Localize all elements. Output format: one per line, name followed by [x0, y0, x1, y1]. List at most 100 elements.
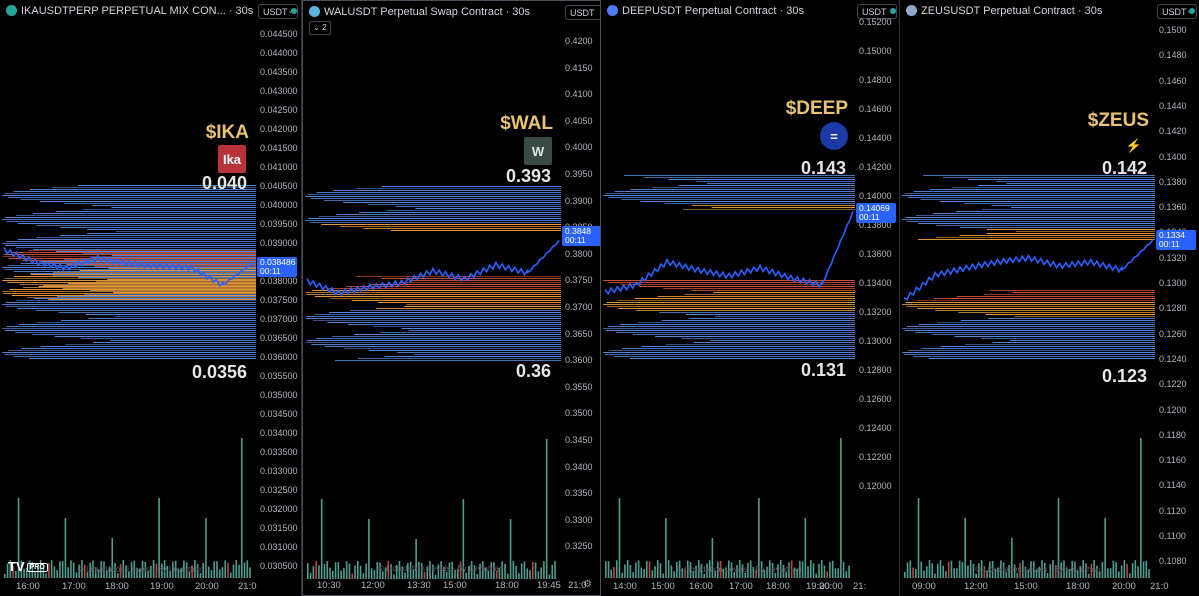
volume-bar	[613, 566, 615, 578]
last-price-tag: 0.1334 00:11	[1156, 230, 1196, 250]
chart-canvas[interactable]	[303, 1, 601, 596]
chart-canvas[interactable]	[900, 0, 1199, 596]
liquidation-heat-lower	[4, 330, 257, 331]
chart-panel-zeus[interactable]: ZEUSUSDT Perpetual Contract · 30s USDT⌄ …	[900, 0, 1199, 596]
volume-bar	[359, 565, 362, 579]
volume-bar	[1137, 566, 1139, 578]
liquidation-heat-upper	[932, 213, 1155, 214]
volume-bar	[218, 569, 221, 578]
y-axis-tick: 0.042500	[260, 105, 298, 115]
liquidation-heat-lower	[85, 314, 257, 315]
liquidation-heat-upper	[967, 179, 1155, 180]
liquidation-heat-lower	[710, 340, 855, 341]
tradingview-logo-icon[interactable]: TV PRO	[8, 559, 48, 574]
y-axis-tick: 0.1100	[1159, 531, 1186, 541]
volume-bar	[621, 572, 623, 578]
last-price-tag: 0.038486 00:11	[257, 257, 297, 277]
liquidation-heat-lower	[114, 316, 256, 317]
volume-bar	[815, 573, 818, 578]
liquidation-heat-upper	[415, 208, 561, 209]
liquidation-heat-lower	[375, 308, 561, 309]
bar-countdown: 00:11	[859, 212, 880, 222]
liquidation-heat-lower	[964, 344, 1155, 345]
y-axis-tick: 0.1220	[1159, 379, 1187, 390]
liquidation-heat-lower	[83, 294, 256, 295]
liquidation-heat-lower	[314, 296, 561, 297]
liquidation-heat-lower	[609, 350, 855, 351]
y-axis-tick: 0.4150	[565, 62, 593, 73]
volume-bar	[332, 570, 334, 579]
volume-bar	[323, 563, 326, 579]
volume-bar	[526, 568, 529, 579]
liquidation-heat-upper	[367, 204, 561, 205]
volume-bar	[465, 572, 467, 579]
volume-bar	[934, 573, 936, 578]
volume-bar	[834, 568, 837, 578]
volume-bar	[345, 561, 348, 579]
liquidation-heat-lower	[1012, 292, 1155, 293]
y-axis-tick: 0.3400	[565, 461, 593, 472]
liquidation-heat-upper	[915, 215, 1155, 216]
volume-bar	[507, 573, 509, 579]
liquidation-heat-upper	[39, 201, 256, 202]
liquidation-heat-upper	[107, 279, 256, 280]
volume-bar	[357, 561, 359, 579]
liquidation-heat-lower	[399, 282, 561, 283]
liquidation-heat-upper	[936, 237, 1155, 238]
liquidation-heat-upper	[913, 191, 1155, 192]
liquidation-heat-upper	[902, 195, 1155, 196]
y-axis-tick: 0.3800	[565, 248, 593, 259]
x-axis-tick: 18:00	[495, 580, 519, 591]
volume-bar	[961, 561, 964, 578]
volume-bar	[1120, 565, 1123, 578]
liquidation-heat-lower	[306, 340, 561, 341]
zeus-logo-icon: ⚡	[1125, 138, 1143, 153]
liquidation-heat-lower	[88, 318, 257, 319]
volume-bar	[967, 565, 969, 578]
liquidation-heat-upper	[43, 285, 256, 286]
liquidation-heat-lower	[616, 332, 855, 333]
liquidation-heat-lower	[918, 324, 1155, 325]
liquidation-heat-lower	[2, 328, 256, 329]
upper-liquidation-level: 0.142	[1101, 158, 1147, 178]
chart-canvas[interactable]	[0, 0, 302, 596]
liquidation-heat-upper	[905, 217, 1155, 218]
volume-bar	[59, 561, 61, 578]
liquidation-heat-lower	[404, 306, 561, 307]
liquidation-heat-lower	[113, 292, 256, 293]
liquidation-heat-lower	[6, 326, 257, 327]
liquidation-heat-lower	[657, 296, 855, 297]
volume-bar	[914, 568, 917, 578]
indicator-watermark: © Liquidation Levels - By Leviathan	[378, 564, 504, 573]
x-axis-tick: 18:00	[105, 581, 129, 592]
y-axis-tick: 0.1460	[1159, 75, 1187, 86]
chart-canvas[interactable]	[601, 0, 900, 596]
liquidation-heat-upper	[959, 227, 1155, 228]
volume-bar	[624, 564, 626, 578]
volume-bar	[227, 562, 229, 578]
chart-panel-deep[interactable]: DEEPUSDT Perpetual Contract · 30s USDT 0…	[601, 0, 900, 596]
liquidation-heat-lower	[410, 280, 561, 281]
volume-bar	[648, 561, 651, 578]
liquidation-heat-upper	[652, 187, 855, 188]
y-axis-tick: 0.034000	[260, 428, 298, 438]
y-axis-tick: 0.1480	[1159, 50, 1187, 61]
liquidation-heat-lower	[690, 290, 855, 291]
liquidation-heat-lower	[53, 272, 256, 273]
liquidation-heat-upper	[696, 181, 855, 182]
chart-panel-wal[interactable]: WALUSDT Perpetual Swap Contract · 30s ⌄ …	[302, 0, 601, 596]
volume-bar	[518, 573, 520, 579]
volume-bar	[213, 561, 216, 578]
liquidation-heat-upper	[363, 228, 561, 229]
liquidation-heat-upper	[640, 201, 855, 202]
volume-bar	[216, 561, 218, 578]
liquidation-heat-lower	[42, 262, 256, 263]
liquidation-heat-lower	[305, 342, 561, 343]
volume-bar	[362, 573, 365, 579]
liquidation-heat-upper	[5, 217, 257, 218]
liquidation-heat-lower	[608, 282, 855, 283]
volume-bar	[334, 562, 337, 579]
y-axis-tick: 0.14000	[859, 191, 892, 201]
chart-panel-ika[interactable]: IKAUSDTPERP PERPETUAL MIX CON... · 30s U…	[0, 0, 302, 596]
volume-bar	[1142, 561, 1145, 578]
